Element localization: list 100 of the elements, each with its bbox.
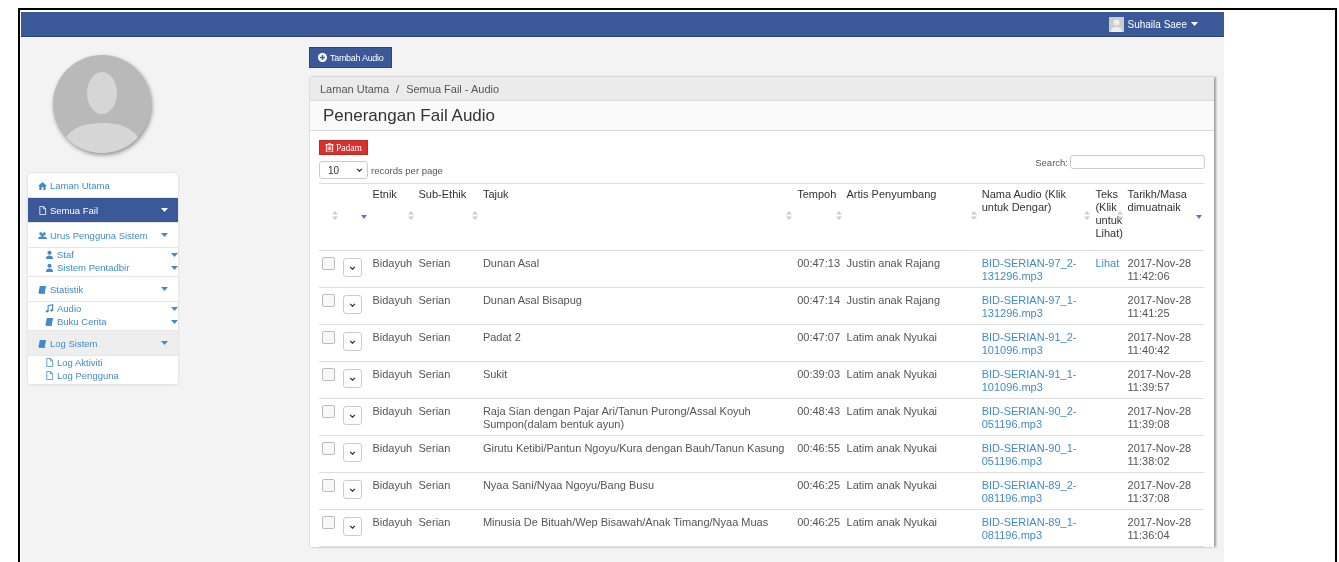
table-cell: Serian [418, 294, 451, 306]
person-icon [45, 250, 54, 259]
sort-icon[interactable] [407, 210, 414, 221]
file-link[interactable]: Lihat [1095, 257, 1122, 270]
chevron-icon [349, 450, 357, 455]
sort-icon[interactable] [835, 210, 842, 221]
sidebar-subitem[interactable]: Sistem Pentadbir [28, 261, 178, 274]
sidebar-subitem[interactable]: Buku Cerita [28, 315, 178, 328]
table-cell: Serian [418, 257, 451, 269]
file-icon [38, 205, 47, 215]
chevron-icon [349, 339, 357, 344]
row-dropdown[interactable] [343, 295, 363, 314]
table-cell: Serian [418, 479, 451, 491]
music-note-icon [45, 304, 54, 313]
sidebar-item[interactable]: Statistik [28, 277, 178, 302]
page-size-select[interactable]: 10 [319, 161, 368, 179]
sidebar-subitem[interactable]: Log Aktiviti [28, 356, 178, 369]
people-icon [38, 230, 47, 240]
table-cell: Padat 2 [482, 331, 521, 343]
file-link[interactable]: BID-SERIAN-90_1-051196.mp3 [981, 442, 1090, 468]
table-cell: Latim anak Nyukai [846, 368, 938, 380]
row-dropdown[interactable] [343, 258, 363, 277]
chevron-icon [349, 524, 357, 529]
row-dropdown[interactable] [343, 480, 363, 499]
table-cell: Bidayuh [372, 405, 413, 417]
table-cell: Girutu Ketibi/Pantun Ngoyu/Kura dengan Bauh/Tanun Kasung [482, 442, 785, 454]
sort-icon[interactable] [786, 210, 793, 221]
table-cell: Bidayuh [372, 442, 413, 454]
table-cell: 2017-Nov-28 11:40:42 [1127, 331, 1192, 356]
column-header[interactable]: Sub-Ethik [418, 188, 477, 201]
chevron-icon [349, 265, 357, 270]
table-cell: Bidayuh [372, 368, 413, 380]
table-cell: Serian [418, 368, 451, 380]
house-icon [38, 180, 47, 190]
file-link[interactable]: BID-SERIAN-91_2-101096.mp3 [981, 331, 1090, 357]
row-dropdown[interactable] [343, 517, 363, 536]
person-icon [45, 263, 54, 272]
table-cell: Bidayuh [372, 516, 413, 528]
search-field[interactable] [1070, 155, 1205, 169]
row-dropdown[interactable] [343, 369, 363, 388]
row-checkbox[interactable] [322, 368, 335, 381]
file-link[interactable]: BID-SERIAN-91_1-101096.mp3 [981, 368, 1090, 394]
file-link[interactable]: BID-SERIAN-89_2-081196.mp3 [981, 479, 1090, 505]
sidebar-subitem[interactable]: Audio [28, 302, 178, 315]
sort-icon[interactable] [332, 210, 339, 221]
book-icon [38, 338, 47, 348]
row-checkbox[interactable] [322, 257, 335, 270]
sort-icon[interactable] [970, 210, 977, 221]
column-header[interactable]: Artis Penyumbang [846, 188, 976, 201]
row-checkbox[interactable] [322, 405, 335, 418]
table-cell: Nyaa Sani/Nyaa Ngoyu/Bang Busu [482, 479, 655, 491]
table-cell: Serian [418, 442, 451, 454]
row-checkbox[interactable] [322, 294, 335, 307]
table-cell: Latim anak Nyukai [846, 405, 938, 417]
sidebar-item[interactable]: Urus Pengguna Sistem [28, 223, 178, 248]
file-link[interactable]: BID-SERIAN-97_2-131296.mp3 [981, 257, 1090, 283]
breadcrumb-item[interactable]: Laman Utama [320, 82, 390, 95]
table-cell: 2017-Nov-28 11:38:02 [1127, 442, 1192, 467]
table-cell: Sukit [482, 368, 508, 380]
sidebar-item[interactable]: Semua Fail [28, 198, 178, 223]
row-checkbox[interactable] [322, 442, 335, 455]
table-cell: 00:47:07 [797, 331, 840, 343]
table-cell: Serian [418, 516, 451, 528]
column-header[interactable]: Nama Audio (Klik untuk Dengar) [981, 188, 1090, 214]
table-cell: 00:47:14 [797, 294, 840, 306]
page-title: Penerangan Fail Audio [310, 101, 1214, 131]
caret-icon [1191, 22, 1198, 26]
row-checkbox[interactable] [322, 331, 335, 344]
add-audio-button[interactable]: Tambah Audio [309, 47, 393, 68]
user-menu[interactable]: Suhaila Saee [1102, 15, 1204, 33]
sidebar-item[interactable]: Log Sistem [28, 331, 178, 356]
delete-button[interactable]: Padam [319, 140, 368, 155]
file-link[interactable]: BID-SERIAN-89_1-081196.mp3 [981, 516, 1090, 542]
table-cell: Justin anak Rajang [846, 294, 941, 306]
row-dropdown[interactable] [343, 443, 363, 462]
sidebar-subitem[interactable]: Staf [28, 248, 178, 261]
sidebar-subitem[interactable]: Log Pengguna [28, 369, 178, 382]
table-cell: 2017-Nov-28 11:36:04 [1127, 516, 1192, 541]
row-checkbox[interactable] [322, 479, 335, 492]
table-cell: 2017-Nov-28 11:39:57 [1127, 368, 1192, 393]
column-header[interactable]: Tarikh/Masa dimuatnaik [1127, 188, 1201, 214]
table-cell: 00:39:03 [797, 368, 840, 380]
table-cell: 2017-Nov-28 11:37:08 [1127, 479, 1192, 504]
column-header[interactable]: Etnik [372, 188, 413, 201]
column-header[interactable]: Tempoh [797, 188, 841, 201]
column-header[interactable]: Teks (Klik untuk Lihat) [1095, 188, 1122, 240]
file-link[interactable]: BID-SERIAN-97_1-131296.mp3 [981, 294, 1090, 320]
sort-icon[interactable] [471, 210, 478, 221]
column-header[interactable]: Tajuk [482, 188, 792, 201]
row-dropdown[interactable] [343, 406, 363, 425]
file-link[interactable]: BID-SERIAN-90_2-051196.mp3 [981, 405, 1090, 431]
table-cell: 00:46:55 [797, 442, 840, 454]
table-cell: Bidayuh [372, 479, 413, 491]
table-cell: 2017-Nov-28 11:39:08 [1127, 405, 1192, 430]
table-cell: Latim anak Nyukai [846, 442, 938, 454]
table-cell: 00:46:25 [797, 516, 840, 528]
sort-icon[interactable] [1084, 210, 1091, 221]
row-dropdown[interactable] [343, 332, 363, 351]
table-cell: Dunan Asal [482, 257, 540, 269]
row-checkbox[interactable] [322, 516, 335, 529]
